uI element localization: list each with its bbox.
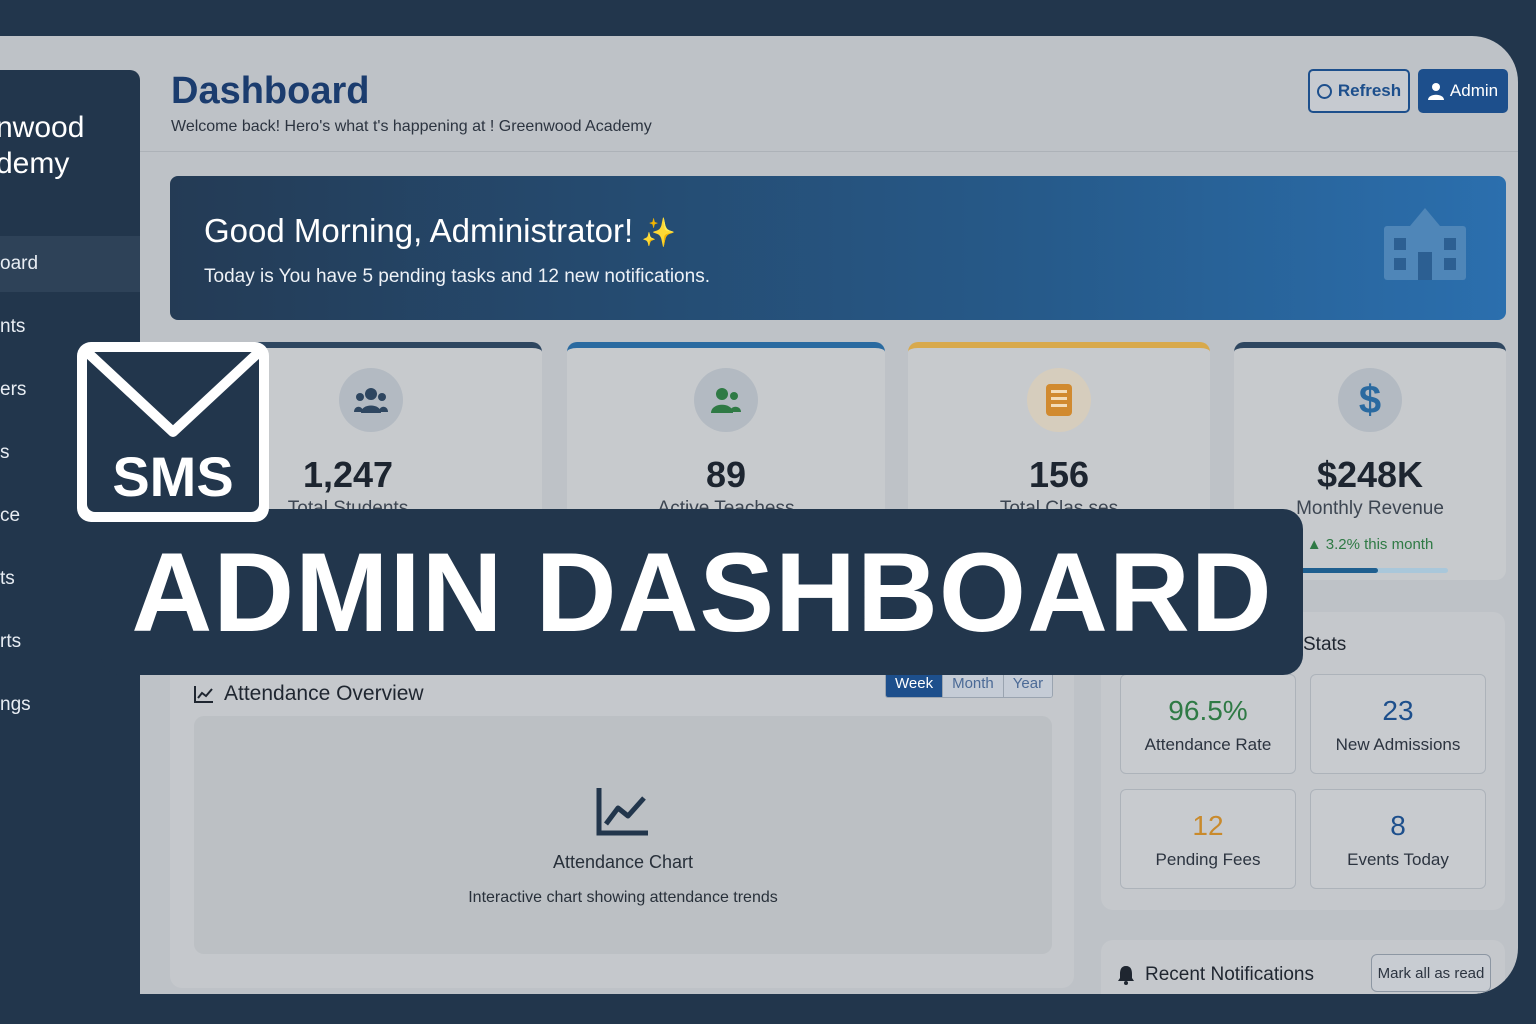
quick-stat-label: Events Today [1347, 850, 1449, 869]
admin-button-label: Admin [1449, 81, 1499, 100]
revenue-progress-fill [1292, 568, 1378, 573]
banner-subtitle: Today is You have 5 pending tasks and 12… [204, 266, 710, 287]
attendance-title-text: Attendance Overview [224, 682, 424, 705]
user-icon [1427, 83, 1444, 100]
banner-greeting-text: Good Morning, Administrator! [204, 212, 634, 249]
headline-overlay: ADMIN DASHBOARD [101, 509, 1303, 675]
quick-stat-value: 8 [1390, 810, 1406, 841]
users-icon [339, 368, 404, 432]
quick-stat-events-today: 8 Events Today [1310, 789, 1486, 889]
attendance-panel: Attendance Overview Week Month Year Atte… [170, 664, 1074, 988]
sidebar-item-label: ers [0, 379, 27, 400]
stat-value: $248K [1316, 454, 1424, 495]
sparkle-icon: ✨ [641, 217, 677, 248]
quick-stat-value: 12 [1192, 810, 1224, 841]
welcome-banner: Good Morning, Administrator! ✨ Today is Y… [170, 176, 1506, 320]
sidebar-item-label: ts [0, 568, 15, 589]
line-chart-icon [596, 788, 648, 836]
sidebar-item-label: rts [0, 631, 22, 652]
headline-text: ADMIN DASHBOARD [131, 529, 1273, 655]
page-header: Dashboard Welcome back! Hero's what t's … [140, 36, 1518, 152]
sidebar-item-label: ce [0, 505, 21, 526]
sidebar-item-label: s [0, 442, 10, 463]
sidebar-item-label: oard [0, 253, 39, 274]
sidebar-item-dashboard[interactable]: oard [0, 236, 140, 292]
envelope-icon [87, 352, 259, 437]
quick-stat-pending-fees: 12 Pending Fees [1120, 789, 1296, 889]
stat-value: 89 [705, 454, 747, 495]
notifications-panel: Recent Notifications Mark all as read [1101, 940, 1505, 994]
attendance-chart-placeholder: Attendance Chart Interactive chart showi… [194, 716, 1052, 954]
refresh-button-label: Refresh [1337, 81, 1402, 100]
brand-name: nwood demy [0, 110, 84, 182]
refresh-button[interactable]: Refresh [1308, 69, 1410, 113]
mark-all-read-button[interactable]: Mark all as read [1371, 954, 1491, 992]
school-building-icon [1384, 208, 1466, 280]
brand-line-2: demy [0, 147, 70, 180]
chart-placeholder-title: Attendance Chart [552, 852, 694, 872]
dollar-icon: $ [1338, 368, 1402, 432]
sidebar-item-settings[interactable]: ngs [0, 677, 140, 733]
chart-placeholder-subtitle: Interactive chart showing attendance tre… [468, 889, 778, 906]
quick-stat-value: 96.5% [1168, 695, 1248, 726]
sms-badge-text: SMS [112, 445, 234, 508]
sidebar-item-label: ngs [0, 694, 31, 715]
page-title: Dashboard [171, 70, 370, 112]
revenue-trend-text: 3.2% this month [1325, 536, 1434, 553]
stat-value: 156 [1028, 454, 1090, 495]
notifications-title: Recent Notifications [1117, 964, 1314, 986]
revenue-progress-bar [1292, 568, 1448, 573]
quick-stat-attendance-rate: 96.5% Attendance Rate [1120, 674, 1296, 774]
quick-stat-label: Attendance Rate [1144, 735, 1272, 754]
sms-badge: SMS [77, 342, 269, 522]
trend-line-icon [194, 686, 213, 703]
sms-badge-inner: SMS [87, 352, 259, 512]
quick-stat-new-admissions: 23 New Admissions [1310, 674, 1486, 774]
brand-line-1: nwood [0, 111, 85, 144]
teacher-icon [694, 368, 758, 432]
book-icon [1027, 368, 1091, 432]
refresh-icon [1316, 83, 1332, 99]
notifications-title-text: Recent Notifications [1145, 964, 1314, 985]
admin-button[interactable]: Admin [1418, 69, 1508, 113]
quick-stat-label: Pending Fees [1155, 850, 1261, 869]
quick-stats-title: Stats [1303, 634, 1347, 655]
quick-stat-label: New Admissions [1335, 735, 1461, 754]
sidebar-item-label: nts [0, 316, 26, 337]
attendance-panel-title: Attendance Overview [194, 682, 424, 706]
page-subtitle: Welcome back! Hero's what t's happening … [171, 118, 652, 135]
quick-stat-value: 23 [1382, 695, 1414, 726]
banner-greeting: Good Morning, Administrator! ✨ [204, 212, 676, 250]
bell-icon [1118, 966, 1134, 985]
trend-up-icon: ▲ [1306, 536, 1322, 553]
